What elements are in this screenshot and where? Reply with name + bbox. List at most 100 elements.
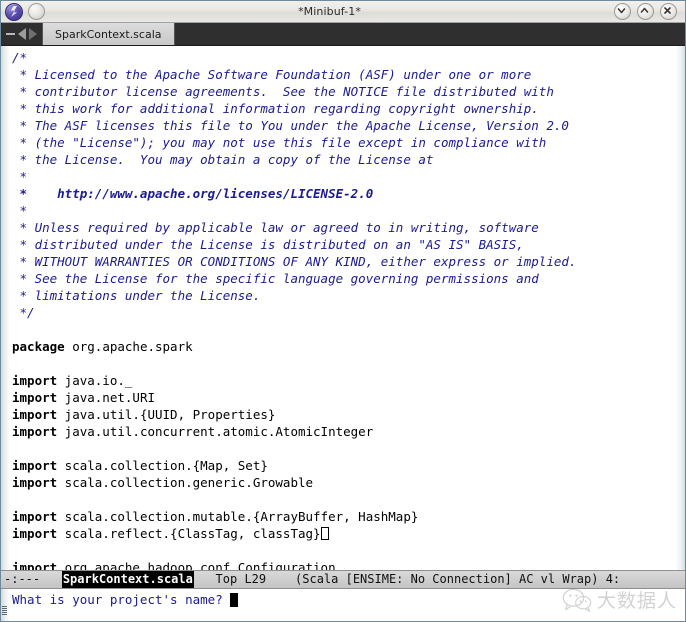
tab-next-icon[interactable] bbox=[29, 28, 37, 40]
right-fringe bbox=[676, 46, 685, 570]
code-text-span: /* bbox=[12, 50, 28, 65]
maximize-button[interactable] bbox=[637, 3, 654, 20]
code-keyword: package bbox=[12, 339, 65, 354]
tab-bar-controls bbox=[3, 23, 42, 45]
emacs-icon bbox=[5, 2, 23, 21]
code-text-span: * bbox=[12, 203, 28, 218]
mode-line-position: Top L29 bbox=[215, 572, 267, 586]
code-text[interactable]: /* * Licensed to the Apache Software Fou… bbox=[9, 46, 676, 570]
minimize-button[interactable] bbox=[614, 3, 631, 20]
code-line: * limitations under the License. bbox=[12, 287, 676, 304]
mode-line-flags: -:--- bbox=[4, 572, 41, 586]
code-text-span: * http://www.apache.org/licenses/LICENSE… bbox=[12, 186, 374, 201]
mode-line-modes: (Scala [ENSIME: No Connection] AC vl Wra… bbox=[295, 572, 599, 586]
code-text-span bbox=[12, 322, 20, 337]
mode-line: -:--- SparkContext.scala Top L29 (Scala … bbox=[1, 570, 685, 589]
code-line bbox=[12, 440, 676, 457]
code-text-span: java.util.{UUID, Properties} bbox=[57, 407, 276, 422]
code-text-span bbox=[12, 492, 20, 507]
minibuffer-fringe bbox=[1, 589, 9, 621]
chevron-up-icon bbox=[640, 7, 649, 13]
code-line: * http://www.apache.org/licenses/LICENSE… bbox=[12, 185, 676, 202]
code-buffer[interactable]: /* * Licensed to the Apache Software Fou… bbox=[1, 46, 685, 570]
tab-prev-icon[interactable] bbox=[18, 28, 26, 40]
code-line: import scala.reflect.{ClassTag, classTag… bbox=[12, 525, 676, 542]
code-text-span: * the License. You may obtain a copy of … bbox=[12, 152, 434, 167]
code-line bbox=[12, 321, 676, 338]
code-line: import org.apache.hadoop.conf.Configurat… bbox=[12, 559, 676, 570]
menu-dash-icon[interactable] bbox=[6, 33, 15, 35]
code-text-span: * bbox=[12, 169, 28, 184]
code-line: import scala.collection.generic.Growable bbox=[12, 474, 676, 491]
mode-line-buffer-name: SparkContext.scala bbox=[61, 571, 194, 588]
code-line bbox=[12, 355, 676, 372]
code-text-span: * The ASF licenses this file to You unde… bbox=[12, 118, 569, 133]
tab-label: SparkContext.scala bbox=[55, 27, 162, 41]
tab-bar: SparkContext.scala bbox=[1, 23, 685, 46]
window-title: *Minibuf-1* bbox=[298, 5, 361, 18]
text-cursor bbox=[320, 527, 329, 540]
code-text-span: * contributor license agreements. See th… bbox=[12, 84, 554, 99]
title-bar-left-controls bbox=[5, 2, 45, 21]
code-line: import java.util.concurrent.atomic.Atomi… bbox=[12, 423, 676, 440]
code-text-span: * this work for additional information r… bbox=[12, 101, 539, 116]
code-text-span bbox=[12, 543, 20, 558]
code-line: * WITHOUT WARRANTIES OR CONDITIONS OF AN… bbox=[12, 253, 676, 270]
code-line: /* bbox=[12, 49, 676, 66]
code-text-span: java.io._ bbox=[57, 373, 133, 388]
code-keyword: import bbox=[12, 526, 58, 541]
code-text-span: * Unless required by applicable law or a… bbox=[12, 220, 539, 235]
code-keyword: import bbox=[12, 424, 58, 439]
code-line: * bbox=[12, 202, 676, 219]
code-line: import scala.collection.{Map, Set} bbox=[12, 457, 676, 474]
code-keyword: import bbox=[12, 458, 58, 473]
code-line: * the License. You may obtain a copy of … bbox=[12, 151, 676, 168]
minibuffer-input[interactable]: What is your project's name? bbox=[9, 589, 685, 621]
code-line bbox=[12, 542, 676, 559]
code-text-span: */ bbox=[12, 305, 35, 320]
close-button[interactable] bbox=[660, 3, 677, 20]
minibuffer[interactable]: What is your project's name? bbox=[1, 589, 685, 621]
title-bar: *Minibuf-1* bbox=[1, 1, 685, 23]
mode-line-tail: 4: bbox=[605, 572, 621, 586]
code-text-span: * (the "License"); you may not use this … bbox=[12, 135, 547, 150]
code-keyword: import bbox=[12, 509, 58, 524]
minibuffer-cursor bbox=[230, 593, 239, 607]
code-text-span bbox=[12, 356, 20, 371]
code-text-span: scala.collection.generic.Growable bbox=[57, 475, 314, 490]
title-bar-window-controls bbox=[614, 3, 681, 20]
code-line: * See the License for the specific langu… bbox=[12, 270, 676, 287]
code-text-span: * distributed under the License is distr… bbox=[12, 237, 524, 252]
code-text-span: scala.reflect.{ClassTag, classTag} bbox=[57, 526, 321, 541]
chevron-down-icon bbox=[617, 8, 626, 14]
tab-bar-filler bbox=[174, 23, 685, 45]
code-line: package org.apache.spark bbox=[12, 338, 676, 355]
code-line: import java.net.URI bbox=[12, 389, 676, 406]
code-keyword: import bbox=[12, 475, 58, 490]
code-text-span bbox=[12, 441, 20, 456]
code-text-span: org.apache.hadoop.conf.Configuration bbox=[57, 560, 336, 570]
code-line: import java.util.{UUID, Properties} bbox=[12, 406, 676, 423]
window-menu-button[interactable] bbox=[28, 3, 45, 20]
code-line bbox=[12, 491, 676, 508]
code-line: * contributor license agreements. See th… bbox=[12, 83, 676, 100]
tab-sparkcontext-scala[interactable]: SparkContext.scala bbox=[42, 23, 175, 45]
code-line: * bbox=[12, 168, 676, 185]
minibuffer-prompt: What is your project's name? bbox=[12, 592, 223, 607]
code-keyword: import bbox=[12, 560, 58, 570]
code-line: * (the "License"); you may not use this … bbox=[12, 134, 676, 151]
code-text-span: java.util.concurrent.atomic.AtomicIntege… bbox=[57, 424, 374, 439]
code-keyword: import bbox=[12, 390, 58, 405]
code-line: * The ASF licenses this file to You unde… bbox=[12, 117, 676, 134]
code-text-span: * WITHOUT WARRANTIES OR CONDITIONS OF AN… bbox=[12, 254, 577, 269]
code-line: import scala.collection.mutable.{ArrayBu… bbox=[12, 508, 676, 525]
left-fringe bbox=[1, 46, 9, 570]
code-line: * this work for additional information r… bbox=[12, 100, 676, 117]
code-text-span: scala.collection.mutable.{ArrayBuffer, H… bbox=[57, 509, 419, 524]
code-text-span: * See the License for the specific langu… bbox=[12, 271, 539, 286]
code-line: * distributed under the License is distr… bbox=[12, 236, 676, 253]
code-line: */ bbox=[12, 304, 676, 321]
code-text-span: scala.collection.{Map, Set} bbox=[57, 458, 268, 473]
code-line: import java.io._ bbox=[12, 372, 676, 389]
code-text-span: java.net.URI bbox=[57, 390, 155, 405]
